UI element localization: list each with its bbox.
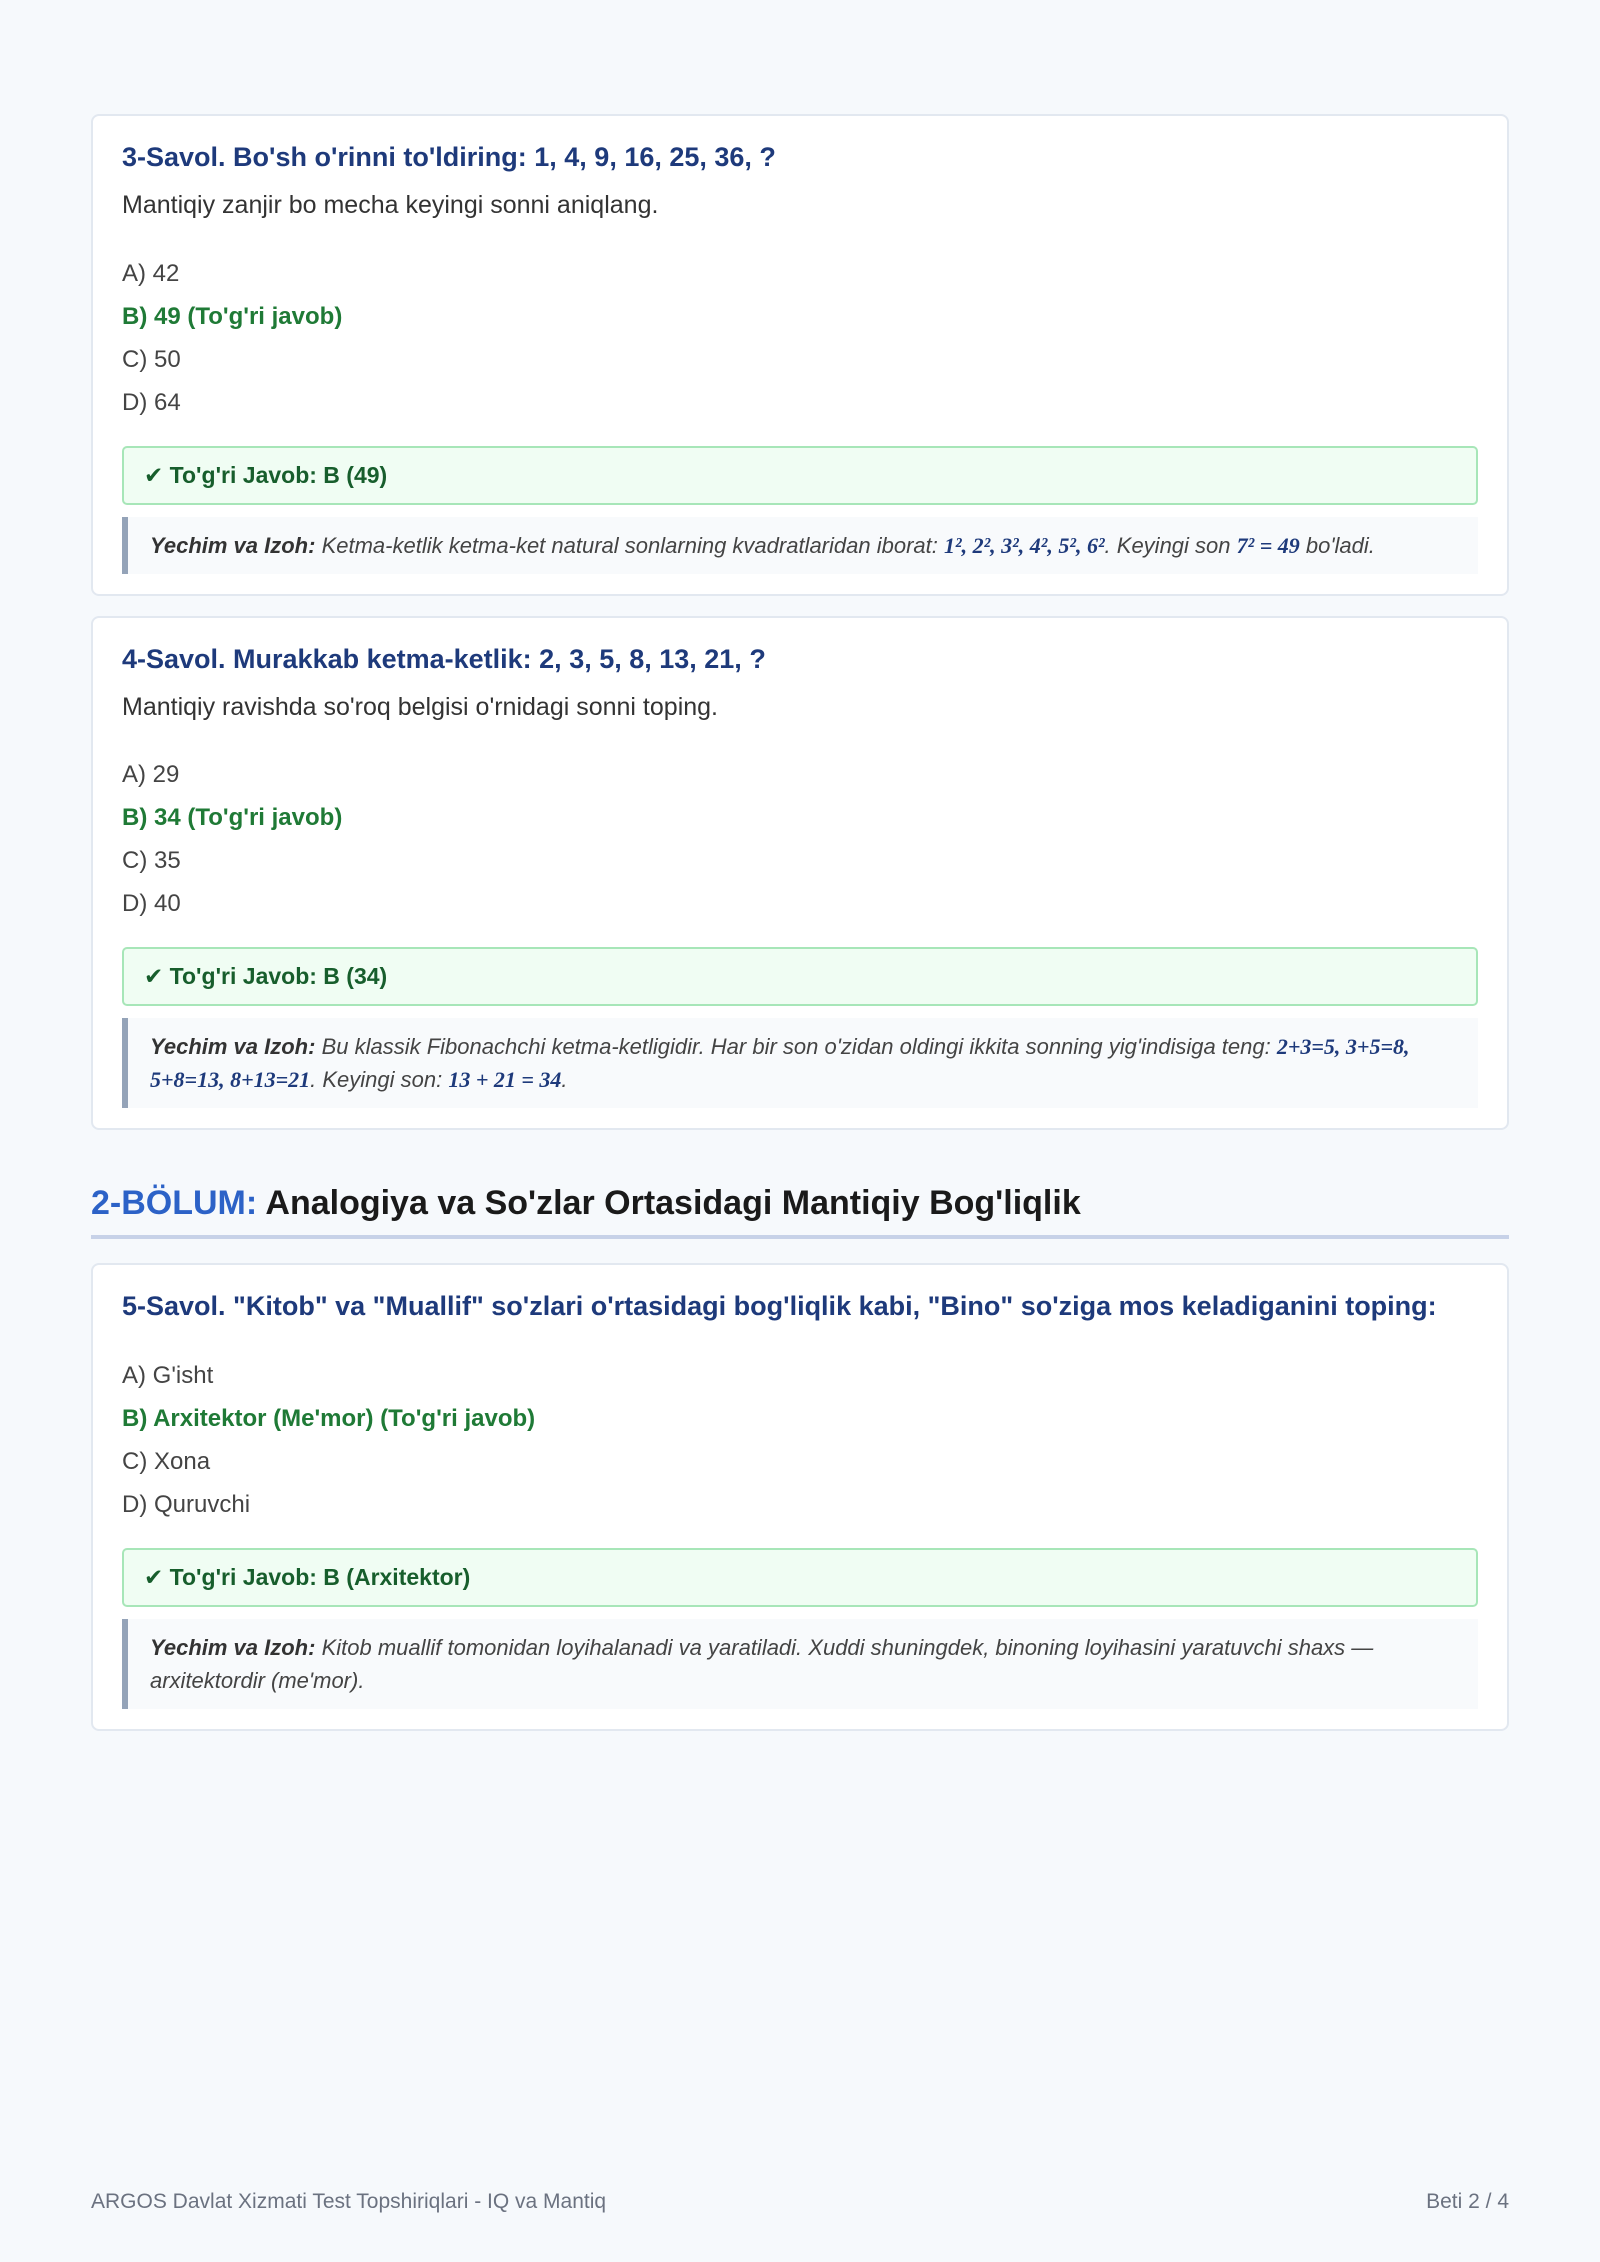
page-content: 3-Savol. Bo'sh o'rinni to'ldiring: 1, 4,… [91,114,1509,1751]
solution-explanation: Yechim va Izoh: Bu klassik Fibonachchi k… [122,1018,1478,1109]
explanation-label: Yechim va Izoh: [150,532,316,558]
answer-options: A) G'isht B) Arxitektor (Me'mor) (To'g'ri… [122,1354,1478,1526]
question-description: Mantiqiy ravishda so'roq belgisi o'rnida… [122,692,718,721]
question-list-top: 3-Savol. Bo'sh o'rinni to'ldiring: 1, 4,… [91,114,1509,1131]
correct-answer-box: ✔ To'g'ri Javob: B (Arxitektor) [122,1548,1478,1608]
explanation-text: . Keyingi son: [310,1067,449,1093]
answer-option: D) Quruvchi [122,1491,251,1519]
correct-answer-box: ✔ To'g'ri Javob: B (49) [122,445,1478,505]
answer-option-correct: B) 34 (To'g'ri javob) [122,804,343,832]
question-card: 3-Savol. Bo'sh o'rinni to'ldiring: 1, 4,… [91,114,1509,596]
answer-option: C) 50 [122,345,181,373]
explanation-label: Yechim va Izoh: [150,1034,316,1060]
explanation-text: Ketma-ketlik ketma-ket natural sonlarnin… [315,532,944,558]
page-number: Beti 2 / 4 [1426,2190,1509,2213]
answer-option-correct: B) Arxitektor (Me'mor) (To'g'ri javob) [122,1405,536,1433]
explanation-text: bo'ladi. [1299,532,1375,558]
footer-title: ARGOS Davlat Xizmati Test Topshiriqlari … [91,2190,607,2213]
section-title: Analogiya va So'zlar Ortasidagi Mantiqiy… [257,1184,1081,1223]
section-heading: 2-BÖLUM: Analogiya va So'zlar Ortasidagi… [91,1184,1509,1240]
question-card: 4-Savol. Murakkab ketma-ketlik: 2, 3, 5,… [91,615,1509,1131]
answer-option: A) 29 [122,761,180,789]
answer-option: A) G'isht [122,1362,214,1390]
correct-answer-box: ✔ To'g'ri Javob: B (34) [122,947,1478,1007]
answer-option: C) Xona [122,1448,211,1476]
explanation-label: Yechim va Izoh: [150,1635,316,1661]
solution-explanation: Yechim va Izoh: Kitob muallif tomonidan … [122,1619,1478,1710]
answer-option-correct: B) 49 (To'g'ri javob) [122,302,343,330]
answer-option: D) 64 [122,388,181,416]
explanation-text: . Keyingi son [1104,532,1237,558]
section-number: 2-BÖLUM: [91,1184,258,1223]
page-footer: ARGOS Davlat Xizmati Test Topshiriqlari … [91,2190,1509,2214]
question-list-bottom: 5-Savol. "Kitob" va "Muallif" so'zlari o… [91,1263,1509,1732]
question-title: 3-Savol. Bo'sh o'rinni to'ldiring: 1, 4,… [122,142,776,172]
explanation-text: Kitob muallif tomonidan loyihalanadi va … [150,1635,1374,1694]
explanation-formula: 13 + 21 = 34 [448,1067,562,1093]
explanation-text: . [561,1067,568,1093]
question-card: 5-Savol. "Kitob" va "Muallif" so'zlari o… [91,1263,1509,1732]
answer-options: A) 29 B) 34 (To'g'ri javob) C) 35 D) 40 [122,753,1478,925]
explanation-text: Bu klassik Fibonachchi ketma-ketligidir.… [315,1034,1277,1060]
question-description: Mantiqiy zanjir bo mecha keyingi sonni a… [122,191,659,220]
answer-option: C) 35 [122,847,181,875]
explanation-formula: 1², 2², 3², 4², 5², 6² [943,532,1105,558]
answer-options: A) 42 B) 49 (To'g'ri javob) C) 50 D) 64 [122,252,1478,424]
answer-option: A) 42 [122,259,180,287]
question-title: 5-Savol. "Kitob" va "Muallif" so'zlari o… [122,1291,1437,1322]
explanation-formula: 7² = 49 [1236,532,1300,558]
solution-explanation: Yechim va Izoh: Ketma-ketlik ketma-ket n… [122,516,1478,574]
answer-option: D) 40 [122,890,181,918]
question-title: 4-Savol. Murakkab ketma-ketlik: 2, 3, 5,… [122,643,766,674]
